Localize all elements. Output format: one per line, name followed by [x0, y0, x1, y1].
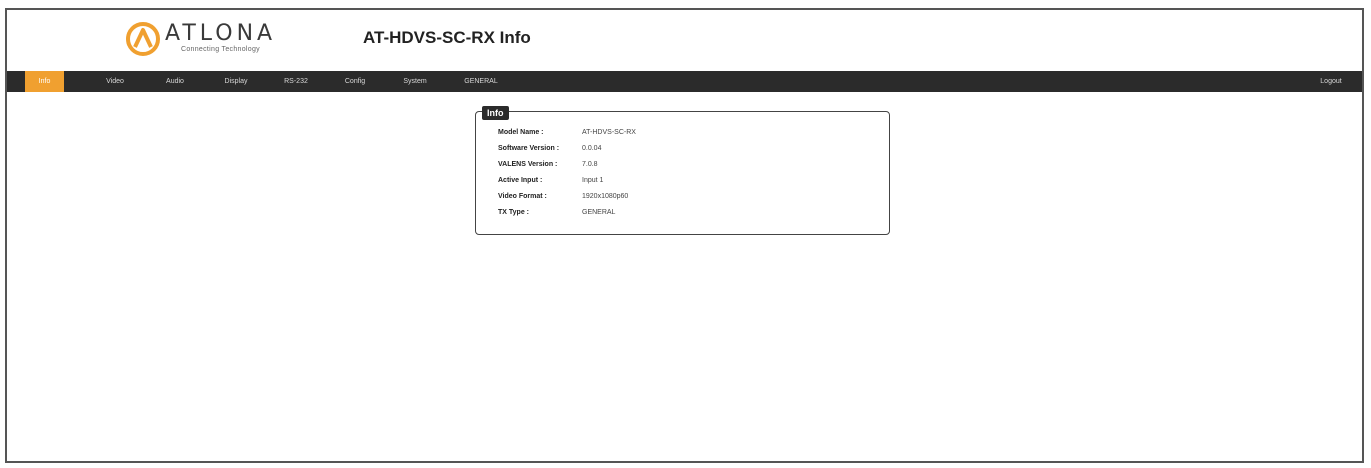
- info-panel-legend: Info: [482, 106, 509, 120]
- nav-tab-info[interactable]: Info: [25, 71, 64, 92]
- header: ATLONA Connecting Technology AT-HDVS-SC-…: [7, 10, 1362, 70]
- atlona-logo-icon: [126, 22, 160, 56]
- info-value: Input 1: [582, 177, 604, 184]
- nav-tab-general[interactable]: GENERAL: [457, 71, 505, 92]
- info-value: GENERAL: [582, 209, 616, 216]
- nav-tab-system[interactable]: System: [395, 71, 435, 92]
- info-label: VALENS Version :: [498, 161, 558, 168]
- info-label: Active Input :: [498, 177, 543, 184]
- nav-tab-audio[interactable]: Audio: [155, 71, 195, 92]
- info-label: Video Format :: [498, 193, 547, 200]
- page-title: AT-HDVS-SC-RX Info: [363, 28, 531, 47]
- info-value: AT-HDVS-SC-RX: [582, 129, 636, 136]
- atlona-logo: ATLONA Connecting Technology: [125, 21, 305, 57]
- info-value: 7.0.8: [582, 161, 598, 168]
- logout-link[interactable]: Logout: [1311, 71, 1351, 92]
- main-navbar: Info Video Audio Display RS-232 Config S…: [7, 71, 1362, 92]
- nav-tab-config[interactable]: Config: [335, 71, 375, 92]
- info-label: Model Name :: [498, 129, 544, 136]
- logo-wordmark: ATLONA: [165, 21, 277, 46]
- info-value: 1920x1080p60: [582, 193, 629, 200]
- app-frame: ATLONA Connecting Technology AT-HDVS-SC-…: [5, 8, 1364, 463]
- info-label: TX Type :: [498, 209, 529, 216]
- info-label: Software Version :: [498, 145, 560, 152]
- nav-tab-rs232[interactable]: RS-232: [275, 71, 317, 92]
- nav-tab-display[interactable]: Display: [215, 71, 257, 92]
- nav-tab-video[interactable]: Video: [95, 71, 135, 92]
- info-value: 0.0.04: [582, 145, 602, 152]
- logo-tagline: Connecting Technology: [181, 46, 260, 53]
- info-panel: Info Model Name : AT-HDVS-SC-RX Software…: [475, 106, 890, 235]
